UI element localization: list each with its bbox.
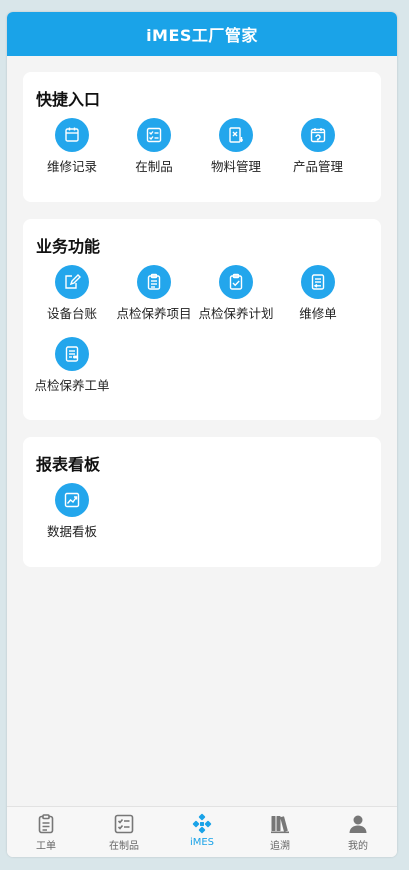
checklist-icon <box>137 118 171 152</box>
data-dashboard-button[interactable]: 数据看板 <box>31 483 113 543</box>
books-icon <box>271 816 289 834</box>
chart-icon <box>55 483 89 517</box>
page-title: iMES工厂管家 <box>146 26 258 45</box>
quick-entry-title: 快捷入口 <box>36 90 101 109</box>
imes-logo-icon <box>192 813 212 834</box>
inspection-plan-label: 点检保养计划 <box>198 306 274 321</box>
reports-title: 报表看板 <box>36 455 101 474</box>
inspection-work-order-button[interactable]: 点检保养工单 <box>31 337 113 397</box>
equipment-ledger-label: 设备台账 <box>46 306 97 321</box>
business-functions-title: 业务功能 <box>36 237 101 256</box>
wip-button[interactable]: 在制品 <box>113 118 195 178</box>
material-management-button[interactable]: 物料管理 <box>195 118 277 178</box>
checklist-icon <box>114 814 134 834</box>
inspection-plan-button[interactable]: 点检保养计划 <box>195 265 277 325</box>
repair-order-label: 维修单 <box>299 306 337 321</box>
work-order-icon <box>55 337 89 371</box>
wip-label: 在制品 <box>135 159 173 174</box>
app-screen: iMES工厂管家 快捷入口 维修记录 在制品 物料管理 产品管理 业务功能 设备… <box>7 12 397 857</box>
clipboard-icon <box>38 814 54 834</box>
tab-mine[interactable]: 我的 <box>319 807 397 857</box>
tab-wip[interactable]: 在制品 <box>85 807 163 857</box>
reports-card: 报表看板 数据看板 <box>23 437 381 567</box>
inspection-item-button[interactable]: 点检保养项目 <box>113 265 195 325</box>
tab-imes-label: iMES <box>189 837 215 848</box>
product-calendar-icon <box>301 118 335 152</box>
repair-order-button[interactable]: 维修单 <box>277 265 359 325</box>
quick-entry-card: 快捷入口 维修记录 在制品 物料管理 产品管理 <box>23 72 381 202</box>
person-icon <box>349 815 367 833</box>
bottom-tab-bar: 工单 在制品 iMES 追溯 我的 <box>7 806 397 857</box>
tab-work-order[interactable]: 工单 <box>7 807 85 857</box>
tab-mine-label: 我的 <box>348 841 368 852</box>
material-management-label: 物料管理 <box>210 159 261 174</box>
tab-work-order-label: 工单 <box>36 841 56 852</box>
tab-imes[interactable]: iMES <box>163 807 241 857</box>
edit-doc-icon <box>55 265 89 299</box>
inspection-item-label: 点检保养项目 <box>116 306 192 321</box>
tab-trace-label: 追溯 <box>270 841 290 852</box>
material-doc-icon <box>219 118 253 152</box>
app-header: iMES工厂管家 <box>7 12 397 56</box>
product-management-button[interactable]: 产品管理 <box>277 118 359 178</box>
repair-record-label: 维修记录 <box>46 159 97 174</box>
clipboard-check-icon <box>219 265 253 299</box>
inspection-work-order-label: 点检保养工单 <box>34 378 110 393</box>
document-icon <box>301 265 335 299</box>
tab-trace[interactable]: 追溯 <box>241 807 319 857</box>
equipment-ledger-button[interactable]: 设备台账 <box>31 265 113 325</box>
clipboard-list-icon <box>137 265 171 299</box>
repair-record-button[interactable]: 维修记录 <box>31 118 113 178</box>
product-management-label: 产品管理 <box>292 159 343 174</box>
data-dashboard-label: 数据看板 <box>46 524 97 539</box>
tab-wip-label: 在制品 <box>109 841 139 852</box>
business-functions-card: 业务功能 设备台账 点检保养项目 点检保养计划 维修单 点检保养工单 <box>23 219 381 420</box>
calendar-icon <box>55 118 89 152</box>
